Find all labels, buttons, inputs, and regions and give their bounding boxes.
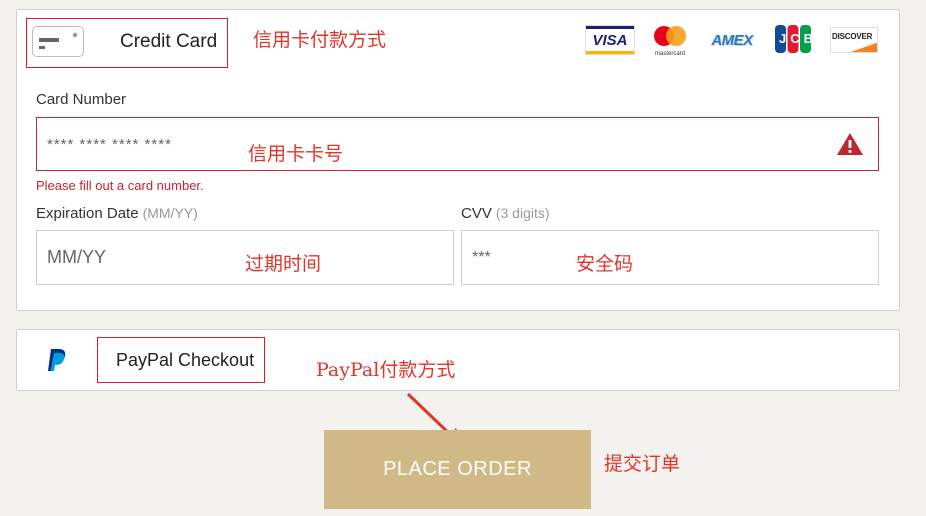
card-number-input[interactable]: **** **** **** **** bbox=[36, 117, 879, 171]
paypal-annotation: PayPal付款方式 bbox=[316, 359, 456, 381]
card-number-label: Card Number bbox=[36, 91, 127, 108]
cvv-label: CVV (3 digits) bbox=[461, 205, 550, 222]
credit-card-annotation: 信用卡付款方式 bbox=[253, 29, 387, 51]
jcb-text: JCB bbox=[779, 31, 818, 46]
discover-icon: DISCOVER bbox=[830, 27, 878, 53]
mastercard-caption: mastercard bbox=[654, 51, 685, 57]
amex-text: AMEX bbox=[711, 31, 753, 49]
visa-text: VISA bbox=[592, 31, 628, 49]
cvv-annotation: 安全码 bbox=[576, 253, 634, 275]
visa-icon: VISA bbox=[585, 25, 635, 55]
expiration-annotation: 过期时间 bbox=[245, 253, 322, 275]
expiration-label-text: Expiration Date bbox=[36, 205, 139, 222]
card-icon bbox=[32, 26, 84, 57]
warning-icon bbox=[836, 132, 864, 156]
cvv-placeholder: *** bbox=[472, 248, 491, 266]
expiration-hint: (MM/YY) bbox=[142, 205, 198, 221]
cvv-label-text: CVV bbox=[461, 205, 492, 222]
card-number-error: Please fill out a card number. bbox=[36, 178, 204, 193]
place-order-annotation: 提交订单 bbox=[604, 453, 681, 475]
card-number-annotation: 信用卡卡号 bbox=[248, 143, 344, 165]
place-order-button[interactable]: PLACE ORDER bbox=[324, 430, 591, 509]
credit-card-label: Credit Card bbox=[120, 31, 218, 52]
card-number-placeholder: **** **** **** **** bbox=[47, 135, 172, 153]
mastercard-icon: mastercard bbox=[650, 24, 690, 57]
cvv-input[interactable]: *** bbox=[461, 230, 879, 285]
cvv-hint: (3 digits) bbox=[495, 205, 550, 221]
paypal-label: PayPal Checkout bbox=[116, 350, 255, 370]
expiration-placeholder: MM/YY bbox=[47, 247, 107, 267]
amex-icon: AMEX bbox=[707, 30, 757, 50]
expiration-label: Expiration Date (MM/YY) bbox=[36, 205, 198, 222]
jcb-icon: JCB bbox=[775, 25, 818, 53]
paypal-icon bbox=[46, 348, 68, 372]
